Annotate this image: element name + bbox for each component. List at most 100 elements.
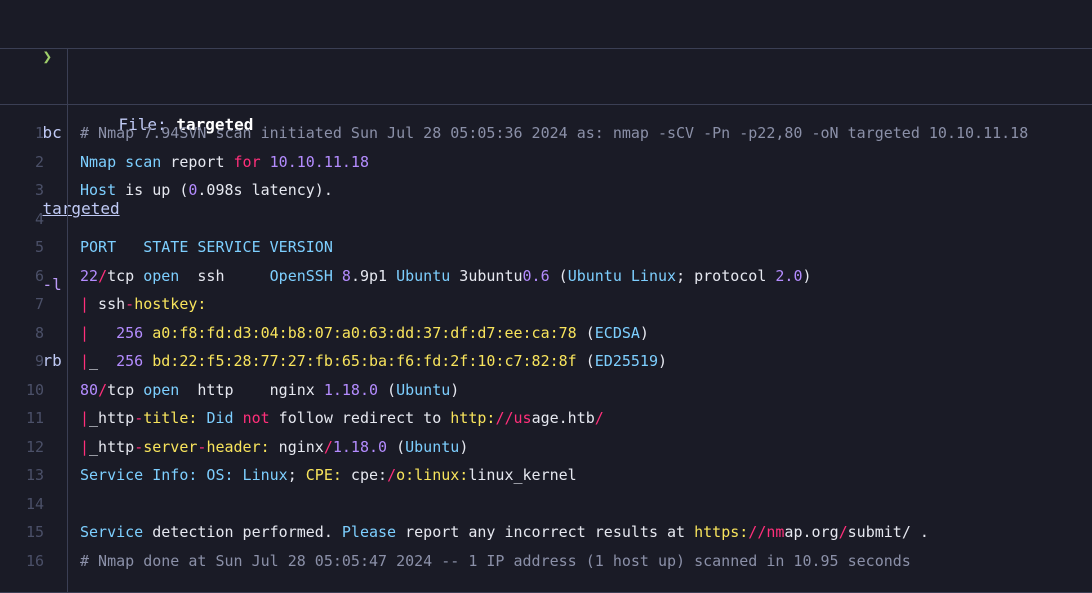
code-token: 2.0	[775, 266, 803, 285]
code-token: )	[657, 352, 668, 370]
code-token: submit/ .	[847, 523, 929, 541]
code-token: //	[748, 523, 767, 541]
code-token: Service	[80, 523, 144, 541]
code-line: 14	[0, 490, 1092, 519]
code-token: ED25519	[594, 352, 658, 370]
code-line: 12 |_http-server-header: nginx/1.18.0 (Ub…	[0, 433, 1092, 462]
code-line: 16 # Nmap done at Sun Jul 28 05:05:47 202…	[0, 547, 1092, 576]
code-token: 1.18.0	[323, 380, 379, 399]
line-number: 7	[34, 295, 44, 313]
code-token: # Nmap done at Sun Jul 28 05:05:47 2024 …	[80, 551, 911, 570]
code-token: (	[378, 380, 397, 399]
code-token: not	[242, 409, 270, 427]
line-number: 15	[25, 523, 44, 541]
code-line: 2 Nmap scan report for 10.10.11.18	[0, 148, 1092, 177]
code-token: _http	[89, 409, 135, 427]
code-token: report	[161, 152, 234, 171]
code-token: )	[459, 437, 469, 456]
code-token: |	[80, 352, 90, 370]
code-token: ap.org	[784, 523, 839, 541]
code-token: /	[387, 466, 397, 484]
code-token: /	[838, 523, 848, 541]
code-line: 13 Service Info: OS: Linux; CPE: cpe:/o:l…	[0, 461, 1092, 490]
code-token: nm	[766, 523, 785, 541]
line-text: |_http-server-header: nginx/1.18.0 (Ubun…	[80, 433, 468, 462]
line-text: Nmap scan report for 10.10.11.18	[80, 148, 369, 177]
code-line: 9 |_ 256 bd:22:f5:28:77:27:fb:65:ba:f6:fd…	[0, 347, 1092, 376]
code-token: us	[513, 409, 532, 427]
code-token: report any incorrect results at	[396, 523, 695, 541]
code-token: OpenSSH	[269, 266, 333, 285]
code-line: 15 Service detection performed. Please re…	[0, 518, 1092, 547]
code-token: 256	[116, 352, 144, 370]
code-token: .098s latency).	[197, 181, 333, 199]
line-number: 13	[25, 466, 44, 484]
code-token: Nmap scan	[80, 152, 162, 171]
code-token: open	[143, 266, 180, 285]
code-token: ssh	[89, 295, 126, 313]
code-token: )	[450, 380, 460, 399]
line-text: PORT STATE SERVICE VERSION	[80, 233, 333, 262]
code-token: (	[576, 352, 595, 370]
code-token: CPE:	[305, 466, 342, 484]
code-token: http nginx	[179, 380, 324, 399]
code-token: Ubuntu	[396, 266, 451, 285]
code-token: /	[98, 380, 108, 399]
line-text: 22/tcp open ssh OpenSSH 8.9p1 Ubuntu 3ub…	[80, 262, 812, 291]
code-token: -	[134, 409, 144, 427]
line-text: Host is up (0.098s latency).	[80, 176, 333, 205]
line-text: 80/tcp open http nginx 1.18.0 (Ubuntu)	[80, 376, 459, 405]
code-token: (	[549, 266, 568, 285]
line-text: |_ 256 bd:22:f5:28:77:27:fb:65:ba:f6:fd:…	[80, 347, 667, 376]
code-token: Please	[341, 523, 397, 541]
code-token: Ubuntu Linux	[567, 266, 677, 285]
code-token: server	[143, 437, 198, 456]
line-number: 8	[34, 323, 44, 342]
line-text: # Nmap 7.94SVN scan initiated Sun Jul 28…	[80, 119, 1028, 148]
line-text: # Nmap done at Sun Jul 28 05:05:47 2024 …	[80, 547, 911, 576]
code-token: 3ubuntu	[450, 266, 523, 285]
code-token: (	[576, 323, 595, 342]
code-token: age.htb	[531, 409, 595, 427]
code-token: http:	[450, 409, 496, 427]
code-line: 7 | ssh-hostkey:	[0, 290, 1092, 319]
code-token: Ubuntu	[405, 437, 460, 456]
code-token: 0.6	[522, 266, 550, 285]
code-token: ECDSA	[594, 323, 640, 342]
code-line: 3 Host is up (0.098s latency).	[0, 176, 1092, 205]
code-token: tcp	[107, 266, 144, 285]
code-token: |	[80, 295, 90, 313]
code-line: 10 80/tcp open http nginx 1.18.0 (Ubuntu)	[0, 376, 1092, 405]
code-token: nginx	[269, 437, 324, 456]
code-token: _http	[89, 437, 135, 456]
line-number: 1	[34, 124, 44, 142]
line-text: |_http-title: Did not follow redirect to…	[80, 404, 604, 433]
line-number: 2	[34, 152, 44, 171]
code-token: Did	[206, 409, 234, 427]
code-line: 8 | 256 a0:f8:fd:d3:04:b8:07:a0:63:dd:37:…	[0, 319, 1092, 348]
shell-prompt-line[interactable]: ❯ bc targeted -l rb	[0, 0, 120, 370]
code-token: detection performed.	[143, 523, 342, 541]
code-token: _	[89, 352, 117, 370]
line-number: 4	[34, 209, 44, 228]
code-token: )	[639, 323, 649, 342]
code-token: Ubuntu	[396, 380, 451, 399]
code-token: hostkey:	[134, 295, 207, 313]
code-token: PORT STATE SERVICE VERSION	[80, 238, 333, 256]
line-number: 5	[34, 238, 44, 256]
code-token: 22	[80, 266, 99, 285]
line-number: 9	[34, 352, 44, 370]
code-token: for	[233, 152, 261, 171]
code-token: -	[125, 295, 135, 313]
prompt-chevron-icon: ❯	[42, 47, 53, 66]
line-number: 11	[25, 409, 44, 427]
line-text: Service detection performed. Please repo…	[80, 518, 929, 547]
line-text: Service Info: OS: Linux; CPE: cpe:/o:lin…	[80, 461, 577, 490]
terminal-window: ❯ bc targeted -l rb File: targeted 1 # Nm…	[0, 0, 1092, 593]
file-content[interactable]: 1 # Nmap 7.94SVN scan initiated Sun Jul 2…	[0, 119, 1092, 575]
code-token: linux_kernel	[468, 466, 577, 484]
code-token: (	[387, 437, 406, 456]
